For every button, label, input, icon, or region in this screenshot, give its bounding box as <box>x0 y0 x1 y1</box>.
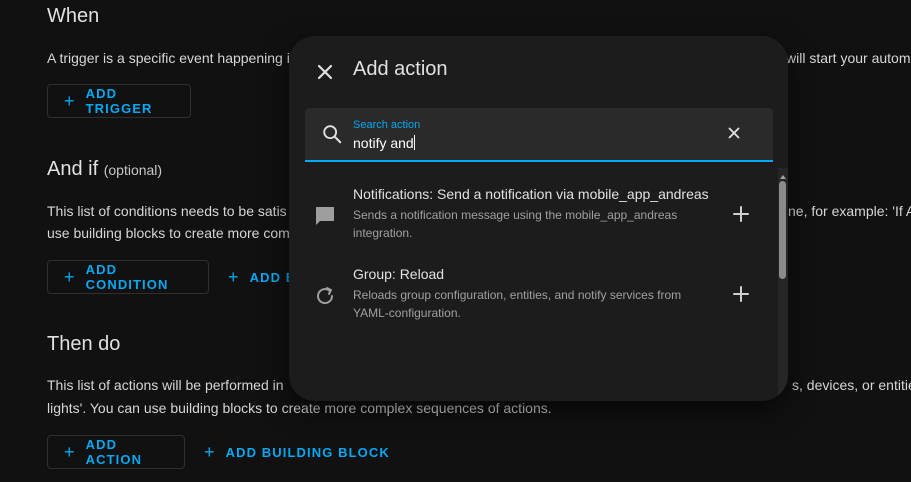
list-item-notification[interactable]: Notifications: Send a notification via m… <box>305 186 775 252</box>
list-item-group-reload[interactable]: Group: Reload Reloads group configuratio… <box>305 266 775 332</box>
search-icon <box>321 123 343 150</box>
then-do-description: This list of actions will be performed i… <box>47 377 284 393</box>
item-title: Notifications: Send a notification via m… <box>353 186 709 202</box>
then-do-description-right: s, devices, or entitie <box>792 377 911 393</box>
add-action-dialog: Add action Search action notify and Noti… <box>289 36 788 401</box>
item-title: Group: Reload <box>353 266 445 282</box>
plus-icon: + <box>64 91 76 111</box>
then-do-title: Then do <box>47 333 121 355</box>
add-icon[interactable] <box>729 282 753 306</box>
plus-icon: + <box>228 267 240 287</box>
item-description: Sends a notification message using the m… <box>353 208 678 240</box>
add-trigger-label: ADD TRIGGER <box>85 86 153 116</box>
and-if-title-text: And if <box>47 158 99 180</box>
plus-icon: + <box>64 267 76 287</box>
search-input[interactable]: notify and <box>353 135 415 151</box>
and-if-title: And if (optional) <box>47 158 162 181</box>
and-if-description: This list of conditions needs to be sati… <box>47 203 287 219</box>
dialog-title: Add action <box>353 58 448 80</box>
reload-icon <box>313 284 337 308</box>
search-action-field[interactable]: Search action notify and <box>305 108 773 162</box>
search-label: Search action <box>353 119 421 131</box>
item-description: Reloads group configuration, entities, a… <box>353 288 682 320</box>
add-icon[interactable] <box>729 202 753 226</box>
clear-icon[interactable] <box>725 124 743 147</box>
scrollbar-thumb[interactable] <box>779 181 786 279</box>
plus-icon: + <box>64 442 76 462</box>
add-condition-label: ADD CONDITION <box>85 262 169 292</box>
add-building-block-label: ADD BUILDING BLOCK <box>225 444 390 460</box>
add-building-block-button[interactable]: + ADD B <box>228 260 296 294</box>
optional-label: (optional) <box>103 162 163 178</box>
then-do-description-line2: lights'. You can use building blocks to … <box>47 400 552 416</box>
add-action-label: ADD ACTION <box>85 437 143 467</box>
and-if-description-right: ne, for example: 'If A <box>788 203 911 219</box>
add-trigger-button[interactable]: + ADD TRIGGER <box>47 84 191 118</box>
add-building-block-button-actions[interactable]: + ADD BUILDING BLOCK <box>204 435 390 469</box>
and-if-description-line2: use building blocks to create more com <box>47 225 290 241</box>
close-icon[interactable] <box>313 60 337 84</box>
when-description: A trigger is a specific event happening … <box>47 50 290 66</box>
add-condition-button[interactable]: + ADD CONDITION <box>47 260 209 294</box>
add-action-button[interactable]: + ADD ACTION <box>47 435 185 469</box>
plus-icon: + <box>204 442 216 462</box>
when-description-right: will start your automa <box>786 50 911 66</box>
when-title: When <box>47 5 100 27</box>
message-icon <box>313 204 337 228</box>
automation-editor: When A trigger is a specific event happe… <box>0 0 911 482</box>
